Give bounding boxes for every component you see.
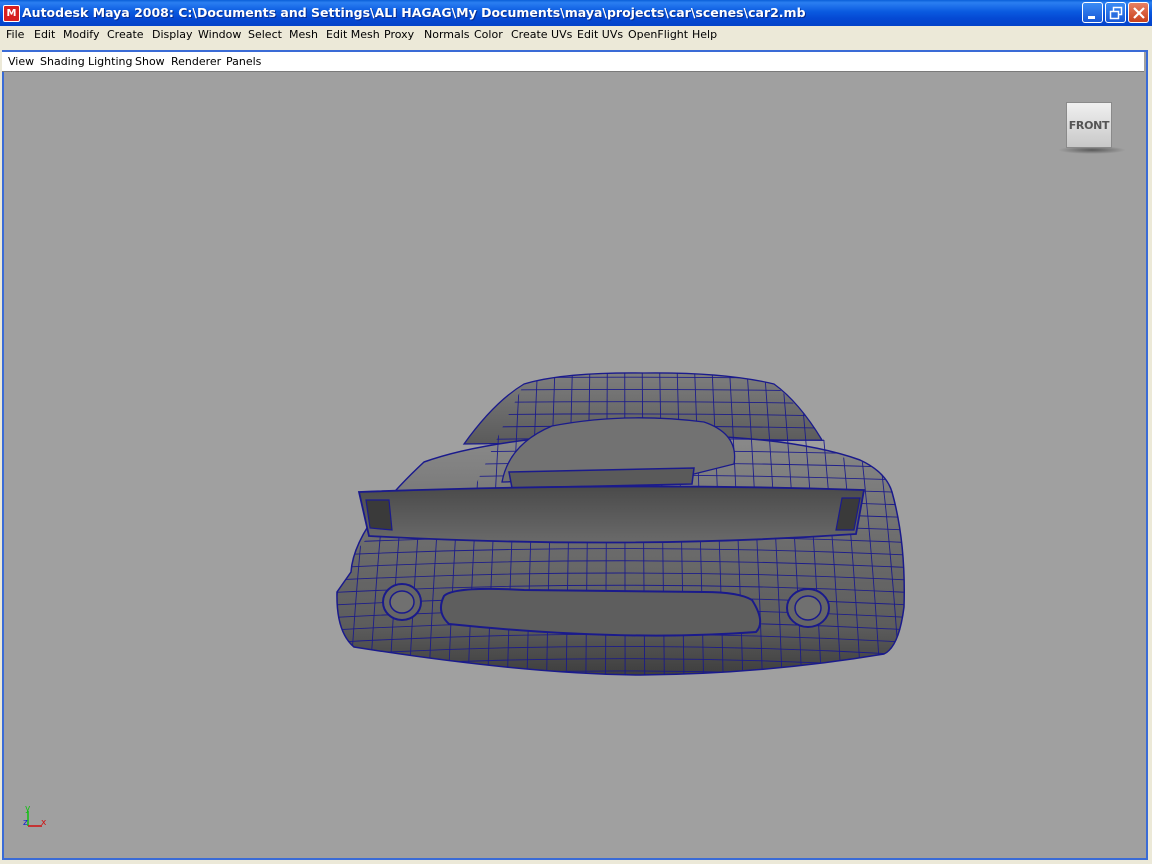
panel-menu-renderer[interactable]: Renderer — [171, 55, 221, 68]
menu-openflight[interactable]: OpenFlight — [628, 28, 688, 41]
menu-display[interactable]: Display — [152, 28, 193, 41]
restore-button[interactable] — [1105, 2, 1126, 23]
menu-normals[interactable]: Normals — [424, 28, 470, 41]
close-button[interactable] — [1128, 2, 1149, 23]
close-icon — [1133, 7, 1145, 19]
title-bar: M Autodesk Maya 2008: C:\Documents and S… — [0, 0, 1152, 26]
menu-edit-mesh[interactable]: Edit Mesh — [326, 28, 380, 41]
menu-proxy[interactable]: Proxy — [384, 28, 414, 41]
window-title: Autodesk Maya 2008: C:\Documents and Set… — [22, 5, 806, 20]
axis-y-label: y — [25, 804, 31, 814]
menu-file[interactable]: File — [6, 28, 24, 41]
minimize-button[interactable] — [1082, 2, 1103, 23]
minimize-icon — [1088, 16, 1095, 19]
panel-menu-shading[interactable]: Shading — [40, 55, 85, 68]
menu-help[interactable]: Help — [692, 28, 717, 41]
restore-icon — [1109, 6, 1123, 20]
panel-menu-lighting[interactable]: Lighting — [88, 55, 132, 68]
menu-edit-uvs[interactable]: Edit UVs — [577, 28, 623, 41]
menu-edit[interactable]: Edit — [34, 28, 55, 41]
menu-window[interactable]: Window — [198, 28, 241, 41]
panel-menu-bar: View Shading Lighting Show Renderer Pane… — [2, 52, 1144, 72]
main-menu-bar: File Edit Modify Create Display Window S… — [0, 26, 1152, 44]
axis-gizmo: y z x — [20, 804, 52, 836]
menu-select[interactable]: Select — [248, 28, 282, 41]
panel-menu-view[interactable]: View — [8, 55, 34, 68]
axis-x-label: x — [41, 818, 47, 828]
3d-viewport[interactable] — [4, 72, 1146, 856]
menu-color[interactable]: Color — [474, 28, 503, 41]
menu-modify[interactable]: Modify — [63, 28, 99, 41]
menu-create-uvs[interactable]: Create UVs — [511, 28, 572, 41]
panel-menu-show[interactable]: Show — [135, 55, 165, 68]
panel-menu-panels[interactable]: Panels — [226, 55, 261, 68]
maya-icon[interactable]: M — [3, 5, 20, 22]
car-model[interactable] — [4, 72, 1146, 856]
menu-create[interactable]: Create — [107, 28, 144, 41]
viewcube-front[interactable]: FRONT — [1066, 102, 1112, 148]
axis-z-label: z — [23, 818, 28, 828]
menu-mesh[interactable]: Mesh — [289, 28, 318, 41]
